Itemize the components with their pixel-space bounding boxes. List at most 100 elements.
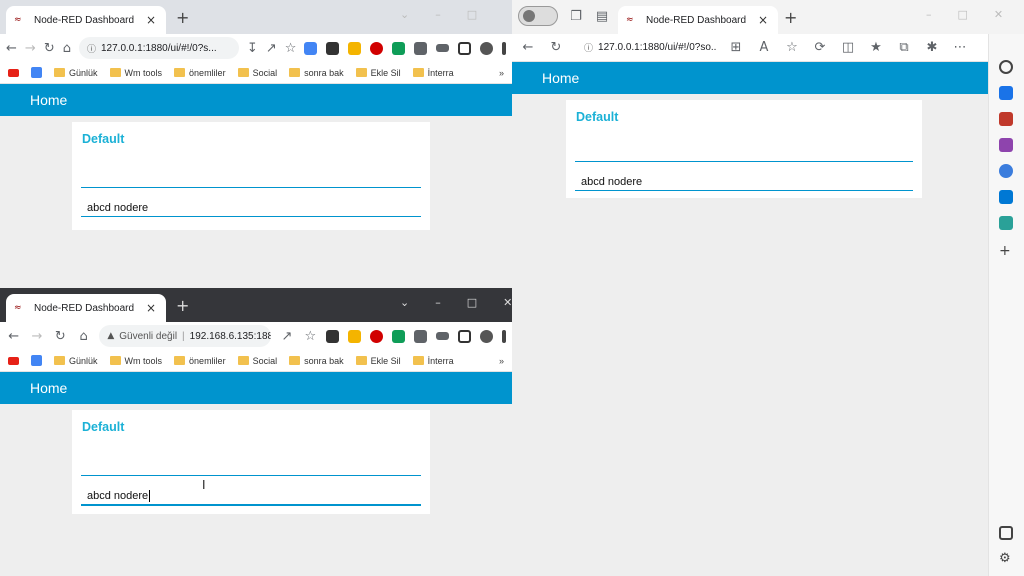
text-input[interactable] bbox=[575, 144, 913, 162]
back-icon[interactable]: ← bbox=[6, 329, 21, 344]
bookmark-folder[interactable]: İnterra bbox=[412, 356, 454, 366]
reload-icon[interactable]: ↻ bbox=[53, 329, 68, 344]
download-icon[interactable]: ↧ bbox=[247, 41, 258, 56]
back-icon[interactable]: ← bbox=[520, 40, 536, 55]
home-icon[interactable]: ⌂ bbox=[76, 329, 91, 344]
close-window-icon[interactable]: ✕ bbox=[503, 296, 512, 309]
yellow-extension-icon[interactable] bbox=[348, 41, 362, 55]
new-tab-button[interactable]: + bbox=[176, 296, 189, 315]
back-icon[interactable]: ← bbox=[6, 41, 17, 56]
minimize-icon[interactable]: – bbox=[435, 8, 441, 21]
puzzle-icon[interactable] bbox=[414, 329, 427, 343]
bookmark-folder[interactable]: Ekle Sil bbox=[355, 356, 401, 366]
shopping-icon[interactable] bbox=[999, 86, 1013, 100]
outlook-icon[interactable] bbox=[999, 190, 1013, 204]
maximize-icon[interactable]: □ bbox=[467, 296, 477, 309]
share-icon[interactable]: ↗ bbox=[279, 329, 294, 344]
media-icon[interactable] bbox=[436, 44, 450, 52]
drop-icon[interactable] bbox=[999, 216, 1013, 230]
clapper-extension-icon[interactable] bbox=[326, 329, 339, 343]
tab-node-red-dashboard[interactable]: ≈ Node-RED Dashboard × bbox=[618, 6, 778, 34]
refresh-ext-icon[interactable]: ⟳ bbox=[812, 40, 828, 55]
text-input[interactable] bbox=[81, 170, 421, 188]
share-icon[interactable]: ↗ bbox=[266, 41, 277, 56]
menu-icon[interactable] bbox=[502, 329, 506, 343]
youtube-icon[interactable] bbox=[8, 356, 19, 365]
maximize-icon[interactable]: □ bbox=[467, 8, 477, 21]
avatar[interactable] bbox=[480, 329, 493, 343]
home-icon[interactable]: ⌂ bbox=[63, 41, 71, 56]
bookmark-folder[interactable]: Wm tools bbox=[109, 356, 162, 366]
close-window-icon[interactable]: ✕ bbox=[994, 8, 1003, 21]
settings-gear-icon[interactable]: ⚙ bbox=[999, 552, 1013, 566]
bookmark-folder[interactable]: Social bbox=[237, 68, 277, 78]
sidebar-toggle-icon[interactable] bbox=[999, 526, 1013, 540]
favorite-star-icon[interactable]: ☆ bbox=[784, 40, 800, 55]
more-menu-icon[interactable]: ⋯ bbox=[952, 40, 968, 55]
close-tab-icon[interactable]: × bbox=[756, 13, 770, 27]
address-bar[interactable]: ⓘ 127.0.0.1:1880/ui/#!/0?s... bbox=[78, 37, 239, 59]
minimize-icon[interactable]: – bbox=[435, 296, 441, 309]
bookmark-folder[interactable]: Günlük bbox=[54, 356, 98, 366]
side-panel-icon[interactable] bbox=[458, 329, 471, 343]
tab-node-red-dashboard[interactable]: ≈ Node-RED Dashboard × bbox=[6, 294, 166, 322]
bookmark-folder[interactable]: Wm tools bbox=[109, 68, 162, 78]
bookmark-folder[interactable]: Social bbox=[237, 356, 277, 366]
opera-extension-icon[interactable] bbox=[370, 329, 383, 343]
opera-extension-icon[interactable] bbox=[370, 41, 384, 55]
tools-icon[interactable] bbox=[999, 112, 1013, 126]
more-bookmarks-icon[interactable]: » bbox=[499, 68, 504, 78]
collections-icon[interactable]: ⧉ bbox=[896, 40, 912, 55]
side-panel-icon[interactable] bbox=[458, 41, 472, 55]
media-icon[interactable] bbox=[436, 332, 449, 340]
menu-icon[interactable] bbox=[502, 41, 507, 55]
add-icon[interactable]: + bbox=[999, 244, 1013, 258]
profile-button[interactable] bbox=[518, 6, 558, 26]
close-tab-icon[interactable]: × bbox=[144, 13, 158, 27]
translate-extension-icon[interactable] bbox=[304, 41, 318, 55]
new-tab-button[interactable]: + bbox=[176, 8, 189, 27]
bookmark-folder[interactable]: Ekle Sil bbox=[355, 68, 401, 78]
workspaces-icon[interactable]: ❐ bbox=[568, 9, 584, 24]
search-icon[interactable] bbox=[999, 60, 1013, 74]
bookmark-folder[interactable]: sonra bak bbox=[289, 68, 344, 78]
bookmark-folder[interactable]: Günlük bbox=[54, 68, 98, 78]
minimize-icon[interactable]: – bbox=[926, 8, 932, 21]
forward-icon[interactable]: → bbox=[25, 41, 36, 56]
youtube-icon[interactable] bbox=[8, 68, 19, 77]
info-icon[interactable]: ⓘ bbox=[87, 42, 96, 55]
bookmark-star-icon[interactable]: ☆ bbox=[303, 329, 318, 344]
reload-icon[interactable]: ↻ bbox=[548, 40, 564, 55]
bookmark-folder[interactable]: önemliler bbox=[174, 356, 226, 366]
chevron-down-icon[interactable]: ⌄ bbox=[400, 8, 409, 21]
shield-extension-icon[interactable] bbox=[392, 41, 406, 55]
bookmark-folder[interactable]: sonra bak bbox=[289, 356, 344, 366]
address-bar[interactable]: ▲ Güvenli değil | 192.168.6.135:188... bbox=[99, 325, 272, 347]
avatar[interactable] bbox=[480, 41, 494, 55]
yellow-extension-icon[interactable] bbox=[348, 329, 361, 343]
reload-icon[interactable]: ↻ bbox=[44, 41, 55, 56]
translate-icon[interactable] bbox=[31, 355, 42, 366]
shield-extension-icon[interactable] bbox=[392, 329, 405, 343]
close-tab-icon[interactable]: × bbox=[144, 301, 158, 315]
info-icon[interactable]: ⓘ bbox=[584, 41, 593, 54]
bookmark-star-icon[interactable]: ☆ bbox=[285, 41, 297, 56]
bookmark-folder[interactable]: İnterra bbox=[412, 68, 454, 78]
new-tab-button[interactable]: + bbox=[784, 8, 797, 27]
address-bar[interactable]: ⓘ 127.0.0.1:1880/ui/#!/0?so... bbox=[576, 36, 716, 59]
split-screen-icon[interactable]: ◫ bbox=[840, 40, 856, 55]
tab-actions-icon[interactable]: ▤ bbox=[594, 9, 610, 24]
more-bookmarks-icon[interactable]: » bbox=[499, 356, 504, 366]
translate-icon[interactable] bbox=[31, 67, 42, 78]
warning-icon[interactable]: ▲ bbox=[107, 331, 114, 341]
chevron-down-icon[interactable]: ⌄ bbox=[400, 296, 409, 309]
bookmark-folder[interactable]: önemliler bbox=[174, 68, 226, 78]
clapper-extension-icon[interactable] bbox=[326, 41, 340, 55]
maximize-icon[interactable]: □ bbox=[958, 8, 968, 21]
games-icon[interactable] bbox=[999, 138, 1013, 152]
forward-icon[interactable]: → bbox=[29, 329, 44, 344]
text-input[interactable] bbox=[81, 458, 421, 476]
tab-node-red-dashboard[interactable]: ≈ Node-RED Dashboard × bbox=[6, 6, 166, 34]
extensions-icon[interactable]: ✱ bbox=[924, 40, 940, 55]
read-aloud-icon[interactable]: A bbox=[756, 40, 772, 55]
